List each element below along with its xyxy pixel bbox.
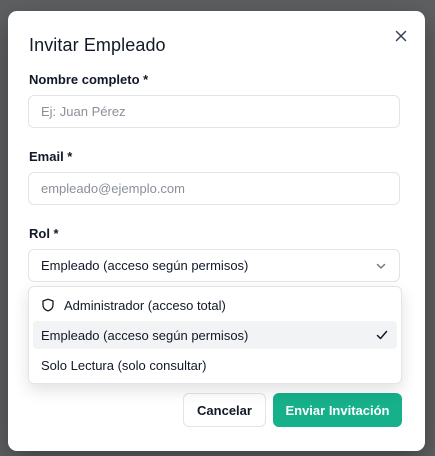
chevron-down-icon <box>376 263 386 269</box>
send-invitation-button[interactable]: Enviar Invitación <box>273 393 402 427</box>
shield-icon <box>42 298 54 312</box>
close-icon <box>395 30 407 42</box>
cancel-button[interactable]: Cancelar <box>183 393 266 427</box>
email-label: Email * <box>29 149 73 164</box>
name-label: Nombre completo * <box>29 72 149 87</box>
role-dropdown-menu: Administrador (acceso total) Empleado (a… <box>28 286 402 384</box>
role-option-label: Empleado (acceso según permisos) <box>41 327 249 343</box>
check-icon <box>376 330 388 340</box>
role-option-solo-lectura[interactable]: Solo Lectura (solo consultar) <box>33 351 397 379</box>
role-option-label: Administrador (acceso total) <box>64 297 226 313</box>
full-name-input[interactable] <box>28 95 400 128</box>
invite-employee-dialog: Invitar Empleado Nombre completo * Email… <box>8 11 425 451</box>
close-button[interactable] <box>391 26 411 46</box>
role-label: Rol * <box>29 226 59 241</box>
role-option-administrador[interactable]: Administrador (acceso total) <box>33 291 397 319</box>
role-select-value: Empleado (acceso según permisos) <box>41 258 249 273</box>
role-option-empleado[interactable]: Empleado (acceso según permisos) <box>33 321 397 349</box>
role-option-label: Solo Lectura (solo consultar) <box>41 357 207 373</box>
role-select[interactable]: Empleado (acceso según permisos) <box>28 249 400 282</box>
email-input[interactable] <box>28 172 400 205</box>
dialog-title: Invitar Empleado <box>29 35 166 55</box>
